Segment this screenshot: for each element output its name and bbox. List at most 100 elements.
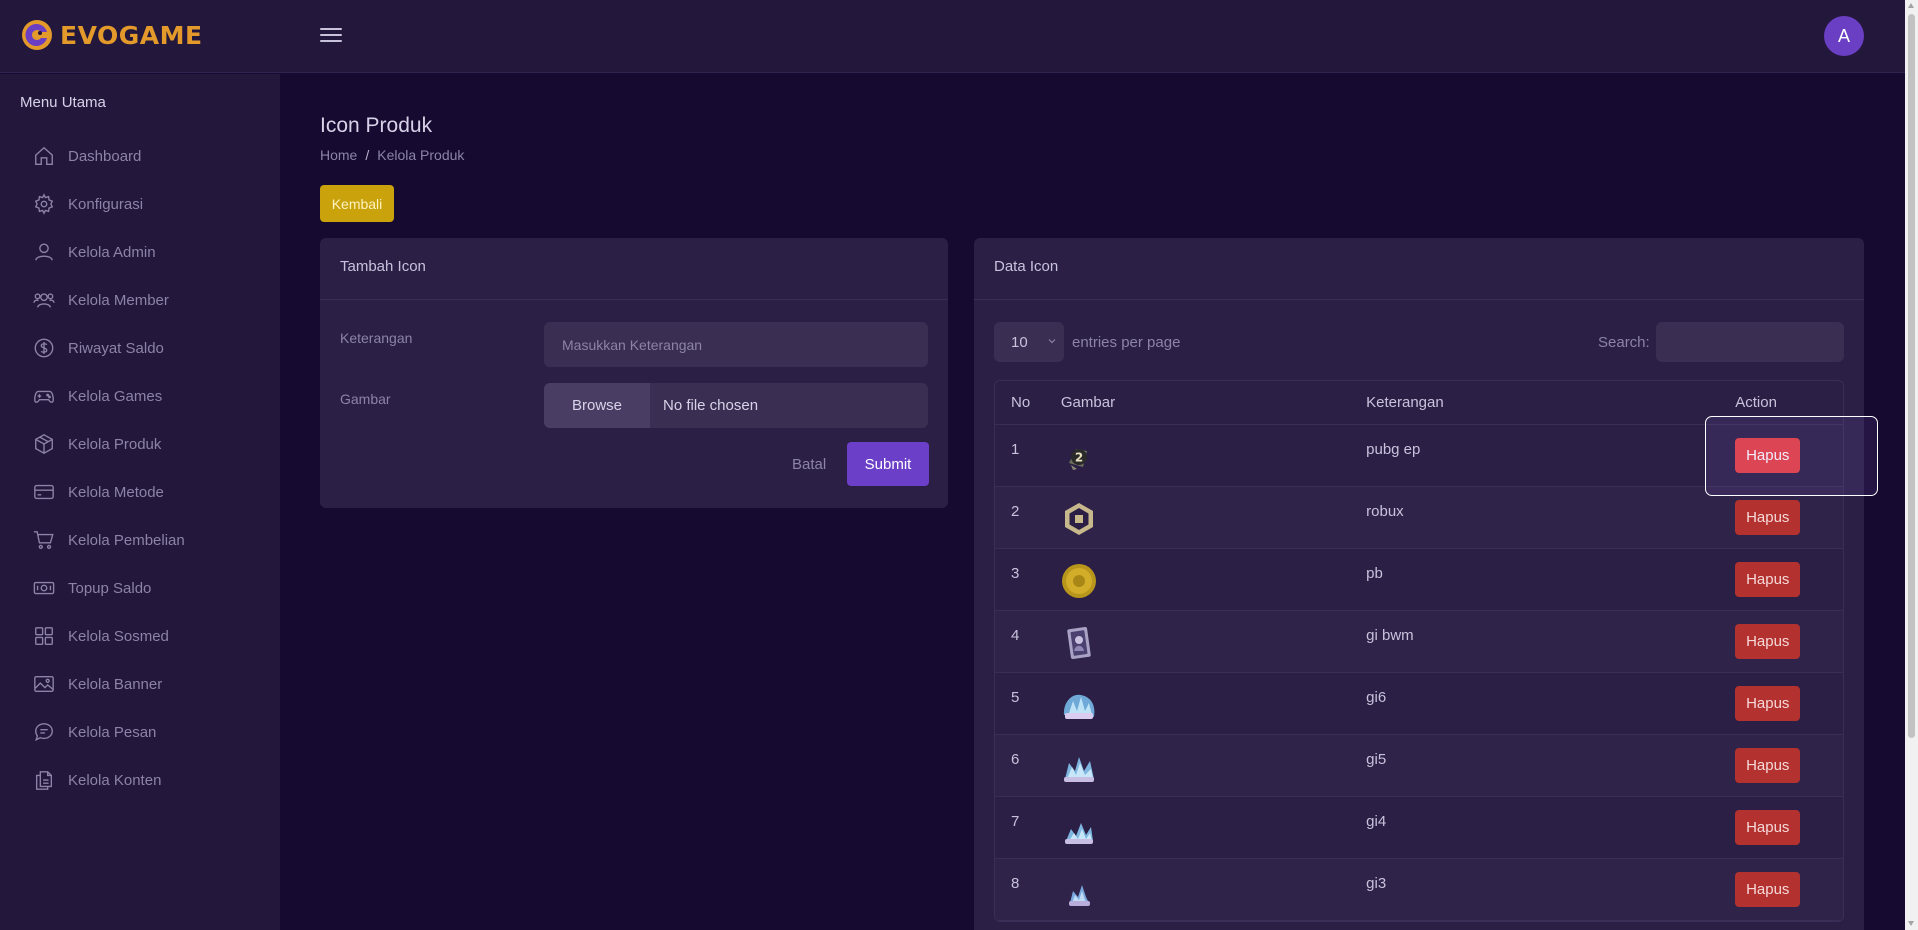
breadcrumb-home[interactable]: Home xyxy=(320,147,357,163)
keterangan-placeholder: Masukkan Keterangan xyxy=(562,336,703,353)
sidebar-item-kelola-pesan[interactable]: Kelola Pesan xyxy=(32,708,185,756)
entries-value: 10 xyxy=(1011,333,1028,351)
gi4-crystal-icon xyxy=(1064,823,1093,844)
search-label: Search: xyxy=(1598,334,1650,351)
row-keterangan: pubg ep xyxy=(1366,441,1421,458)
table-header: No Gambar Keterangan Action xyxy=(995,381,1843,425)
cancel-button[interactable]: Batal xyxy=(792,456,826,473)
sidebar-item-kelola-member[interactable]: Kelola Member xyxy=(32,276,185,324)
gi5-crystal-icon xyxy=(1063,757,1094,782)
dollar-circle-icon xyxy=(32,336,56,360)
row-no: 1 xyxy=(1011,441,1020,458)
keterangan-input[interactable]: Masukkan Keterangan xyxy=(544,322,928,367)
hapus-button[interactable]: Hapus xyxy=(1735,500,1801,535)
sidebar-item-kelola-admin[interactable]: Kelola Admin xyxy=(32,228,185,276)
gambar-label: Gambar xyxy=(340,391,391,407)
row-keterangan: gi bwm xyxy=(1366,627,1414,644)
browse-button[interactable]: Browse xyxy=(544,383,650,428)
row-no: 3 xyxy=(1011,565,1020,582)
row-keterangan: pb xyxy=(1366,565,1383,582)
brand-name: EVOGAME xyxy=(60,20,203,50)
hapus-button[interactable]: Hapus xyxy=(1735,562,1801,597)
row-no: 2 xyxy=(1011,503,1020,520)
sidebar-item-dashboard[interactable]: Dashboard xyxy=(32,132,185,180)
sidebar-item-riwayat-saldo[interactable]: Riwayat Saldo xyxy=(32,324,185,372)
hapus-button[interactable]: Hapus xyxy=(1735,872,1801,907)
row-action: Hapus xyxy=(1735,425,1843,486)
entries-per-page-select[interactable]: 10 xyxy=(994,322,1064,362)
search-input[interactable] xyxy=(1656,322,1844,362)
row-gambar xyxy=(1061,859,1366,920)
gi-bwm-card-icon xyxy=(1067,627,1091,659)
gi6-crystal-icon xyxy=(1063,694,1095,719)
submit-button[interactable]: Submit xyxy=(847,442,929,486)
brand[interactable]: EVOGAME xyxy=(20,18,203,52)
breadcrumb: Home / Kelola Produk xyxy=(320,147,464,163)
data-icon-card-title: Data Icon xyxy=(974,238,1864,300)
row-gambar xyxy=(1061,549,1366,610)
pubg-ep-icon: 2 xyxy=(1068,449,1087,470)
grid-icon xyxy=(32,624,56,648)
sidebar-item-kelola-banner[interactable]: Kelola Banner xyxy=(32,660,185,708)
table-row: 7 gi4 Hapus xyxy=(995,797,1843,859)
hapus-button[interactable]: Hapus xyxy=(1735,438,1801,473)
hapus-button[interactable]: Hapus xyxy=(1735,624,1801,659)
gamepad-icon xyxy=(32,384,56,408)
menu-toggle-icon[interactable] xyxy=(320,24,342,48)
row-no: 4 xyxy=(1011,627,1020,644)
users-icon xyxy=(32,288,56,312)
gear-icon xyxy=(32,192,56,216)
row-action: Hapus xyxy=(1735,487,1843,548)
row-keterangan: gi6 xyxy=(1366,689,1387,706)
sidebar-item-kelola-produk[interactable]: Kelola Produk xyxy=(32,420,185,468)
table-row: 3 pb Hapus xyxy=(995,549,1843,611)
table-row: 6 gi5 Hapus xyxy=(995,735,1843,797)
row-gambar xyxy=(1061,735,1366,796)
sidebar-item-label: Kelola Games xyxy=(68,387,163,405)
gambar-file-input[interactable]: Browse No file chosen xyxy=(544,383,928,428)
pb-coin-icon xyxy=(1061,564,1096,598)
sidebar-item-kelola-pembelian[interactable]: Kelola Pembelian xyxy=(32,516,185,564)
row-keterangan: gi4 xyxy=(1366,813,1387,830)
sidebar-item-label: Kelola Member xyxy=(68,291,169,309)
sidebar-item-label: Kelola Produk xyxy=(68,435,162,453)
add-icon-card: Tambah Icon Keterangan Masukkan Keterang… xyxy=(320,238,948,508)
files-icon xyxy=(32,768,56,792)
back-button[interactable]: Kembali xyxy=(320,185,394,222)
row-gambar xyxy=(1061,487,1366,548)
row-no: 8 xyxy=(1011,875,1020,892)
column-header-gambar[interactable]: Gambar xyxy=(1061,394,1366,411)
row-action: Hapus xyxy=(1735,859,1843,920)
sidebar-item-topup-saldo[interactable]: Topup Saldo xyxy=(32,564,185,612)
scroll-down-arrow-icon[interactable] xyxy=(1908,921,1914,926)
column-header-no[interactable]: No xyxy=(995,394,1061,411)
page-title: Icon Produk xyxy=(320,114,433,137)
row-gambar: 2 xyxy=(1061,425,1366,486)
scroll-thumb[interactable] xyxy=(1908,14,1915,738)
table-row: 1 2 pubg ep Hapus xyxy=(995,425,1843,487)
cart-icon xyxy=(32,528,56,552)
sidebar-item-label: Kelola Pembelian xyxy=(68,531,185,549)
hapus-button[interactable]: Hapus xyxy=(1735,748,1801,783)
column-header-keterangan[interactable]: Keterangan xyxy=(1366,394,1735,411)
sidebar-item-label: Kelola Admin xyxy=(68,243,156,261)
hapus-button[interactable]: Hapus xyxy=(1735,686,1801,721)
hapus-button[interactable]: Hapus xyxy=(1735,810,1801,845)
sidebar-item-label: Kelola Metode xyxy=(68,483,164,501)
column-header-action[interactable]: Action xyxy=(1735,394,1843,411)
sidebar-item-konfigurasi[interactable]: Konfigurasi xyxy=(32,180,185,228)
sidebar-item-label: Topup Saldo xyxy=(68,579,152,597)
avatar[interactable]: A xyxy=(1824,16,1864,56)
sidebar-item-kelola-games[interactable]: Kelola Games xyxy=(32,372,185,420)
sidebar-item-kelola-konten[interactable]: Kelola Konten xyxy=(32,756,185,804)
row-no: 6 xyxy=(1011,751,1020,768)
page-scrollbar[interactable] xyxy=(1905,0,1918,930)
scroll-up-arrow-icon[interactable] xyxy=(1908,3,1914,8)
row-action: Hapus xyxy=(1735,735,1843,796)
cash-icon xyxy=(32,576,56,600)
sidebar-item-label: Konfigurasi xyxy=(68,195,144,213)
sidebar-item-kelola-sosmed[interactable]: Kelola Sosmed xyxy=(32,612,185,660)
row-keterangan: robux xyxy=(1366,503,1404,520)
sidebar-item-kelola-metode[interactable]: Kelola Metode xyxy=(32,468,185,516)
entries-label: entries per page xyxy=(1072,334,1181,351)
